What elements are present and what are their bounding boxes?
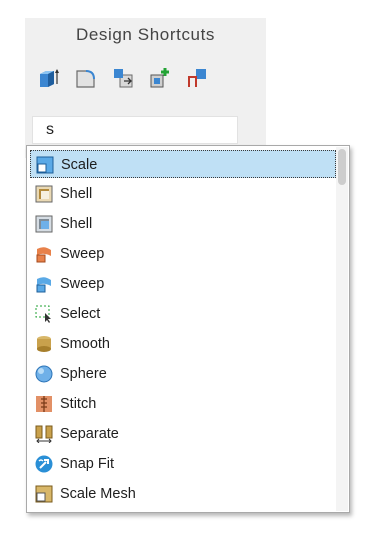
suggestion-item[interactable]: Sweep xyxy=(30,270,336,298)
suggestion-item[interactable]: Select xyxy=(30,300,336,328)
suggestion-item[interactable]: Shell xyxy=(30,210,336,238)
suggestion-item[interactable]: Sweep xyxy=(30,240,336,268)
suggestion-label: Sweep xyxy=(60,276,105,292)
split-corner-icon[interactable] xyxy=(185,66,209,90)
panel-title: Design Shortcuts xyxy=(75,25,216,44)
stitch-icon xyxy=(35,395,53,413)
suggestion-label: Sweep xyxy=(60,246,105,262)
suggestion-item[interactable]: Separate xyxy=(30,420,336,448)
move-icon[interactable] xyxy=(111,66,135,90)
sphere-icon xyxy=(35,365,53,383)
suggestion-item[interactable]: Stitch xyxy=(30,390,336,418)
combine-add-icon[interactable] xyxy=(148,66,172,90)
design-shortcuts-panel: Design Shortcuts s xyxy=(25,18,266,158)
suggestion-label: Scale xyxy=(61,157,98,173)
suggestion-label: Separate xyxy=(60,426,119,442)
scale-icon xyxy=(36,156,54,174)
suggestion-label: Smooth xyxy=(60,336,110,352)
round-icon[interactable] xyxy=(74,66,98,90)
autocomplete-dropdown: Scale Shell Shell Sweep Sweep Select Smooth Sph… xyxy=(26,145,350,513)
suggestion-label: Scale Mesh xyxy=(60,486,136,502)
suggestion-label: Stitch xyxy=(60,396,97,412)
separate-icon xyxy=(35,425,53,443)
scale-mesh-icon xyxy=(35,485,53,503)
scrollbar-thumb[interactable] xyxy=(338,149,346,185)
smooth-icon xyxy=(35,335,53,353)
snap-fit-icon xyxy=(35,455,53,473)
suggestion-item[interactable]: Shell xyxy=(30,180,336,208)
suggestion-label: Snap Fit xyxy=(60,456,114,472)
scrollbar[interactable] xyxy=(336,147,348,511)
suggestion-item[interactable]: Scale xyxy=(30,150,336,178)
sweep-icon xyxy=(35,245,53,263)
select-icon xyxy=(35,305,53,323)
shell-grey-icon xyxy=(35,215,53,233)
suggestion-label: Shell xyxy=(60,186,93,202)
suggestion-item[interactable]: Sphere xyxy=(30,360,336,388)
suggestion-item[interactable]: Smooth xyxy=(30,330,336,358)
suggestion-item[interactable]: Snap Fit xyxy=(30,450,336,478)
sweep-blue-icon xyxy=(35,275,53,293)
pull-icon[interactable] xyxy=(37,66,61,90)
suggestion-item[interactable]: Scale Mesh xyxy=(30,480,336,508)
search-input[interactable]: s xyxy=(32,116,238,144)
suggestion-label: Select xyxy=(60,306,101,322)
suggestion-label: Shell xyxy=(60,216,93,232)
shell-icon xyxy=(35,185,53,203)
suggestion-label: Sphere xyxy=(60,366,107,382)
